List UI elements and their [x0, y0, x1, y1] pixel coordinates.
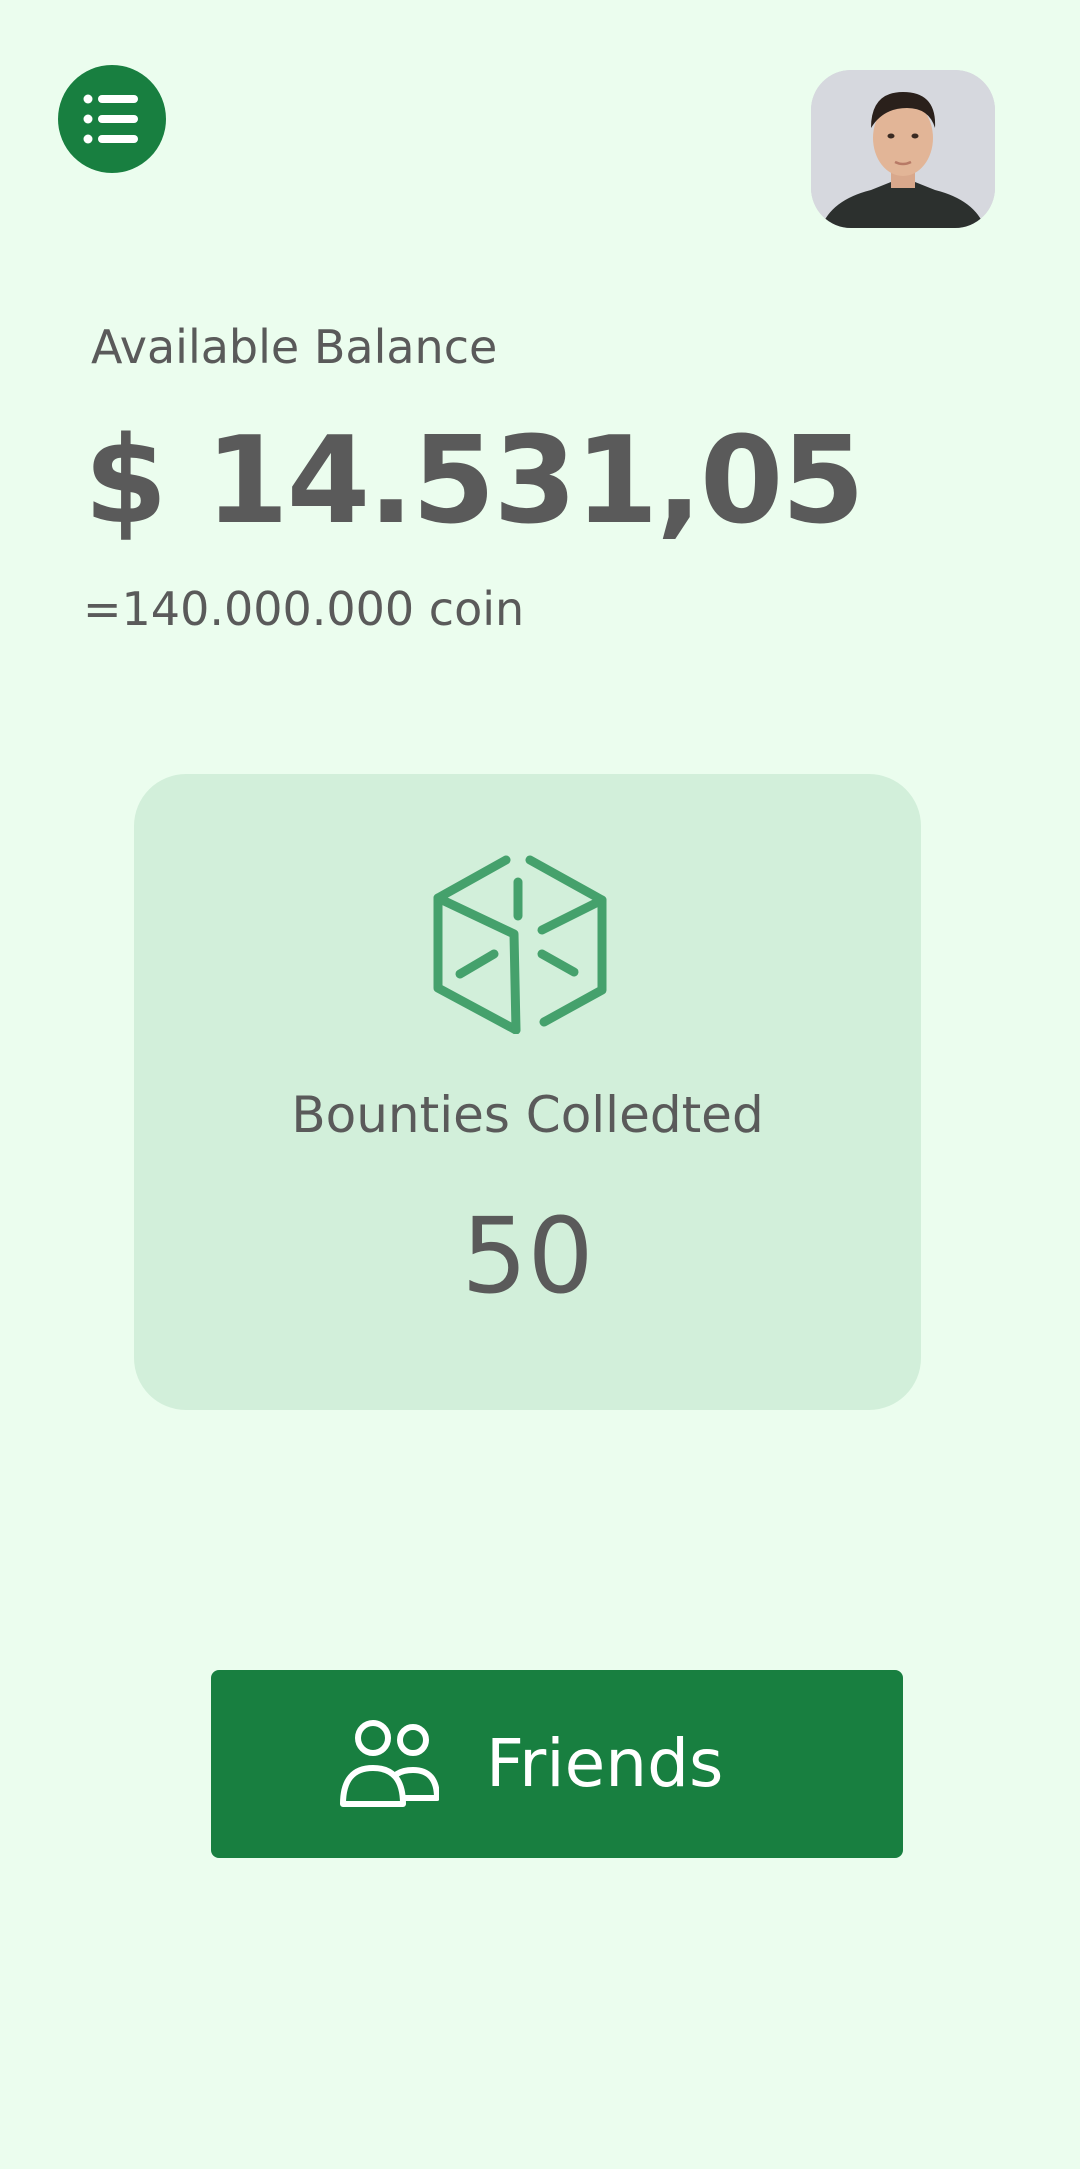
- balance-label: Available Balance: [91, 320, 498, 374]
- avatar[interactable]: [811, 70, 995, 228]
- box-icon: [433, 855, 607, 1034]
- user-photo: [811, 70, 995, 228]
- users-icon: [340, 1720, 439, 1807]
- list-icon: [83, 94, 138, 144]
- friends-button[interactable]: Friends: [211, 1670, 903, 1858]
- bounties-value: 50: [461, 1195, 594, 1317]
- friends-label: Friends: [486, 1725, 724, 1802]
- bounties-label: Bounties Colledted: [291, 1086, 764, 1144]
- menu-button[interactable]: [58, 65, 166, 173]
- coin-equivalent: =140.000.000 coin: [83, 582, 525, 636]
- balance-amount: $ 14.531,05: [84, 412, 865, 551]
- bounties-card: Bounties Colledted 50: [134, 774, 921, 1410]
